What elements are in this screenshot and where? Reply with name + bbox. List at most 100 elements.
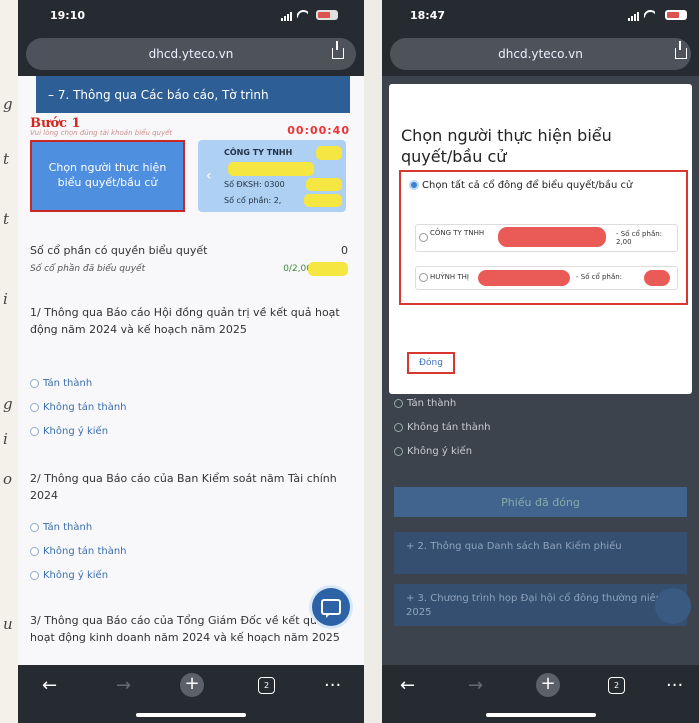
browser-toolbar: ← → + 2 ··· — [18, 665, 364, 723]
radio-icon[interactable] — [30, 403, 39, 412]
share-icon[interactable] — [675, 41, 687, 59]
radio-icon[interactable] — [30, 379, 39, 388]
margin-letter: t — [3, 150, 10, 168]
plus-icon: + — [180, 673, 204, 697]
shareholder-shares: - Số cổ phần: 2,00 — [616, 230, 663, 246]
modal-title: Chọn người thực hiện biểu quyết/bầu cử — [401, 126, 612, 166]
forward-icon[interactable]: → — [468, 675, 483, 696]
phone-screenshot-voting: 19:10 dhcd.yteco.vn – 7. Thông qua Các b… — [18, 0, 364, 723]
status-bar: 18:47 — [382, 0, 699, 34]
option-disapprove[interactable]: Không tán thành — [30, 402, 127, 413]
redaction-mark — [498, 227, 606, 247]
option-no-opinion[interactable]: Không ý kiến — [30, 570, 108, 581]
redaction-mark — [304, 194, 342, 207]
question-2: 2/ Thông qua Báo cáo của Ban Kiểm soát n… — [30, 472, 337, 503]
url-field[interactable]: dhcd.yteco.vn — [26, 38, 356, 70]
chat-button[interactable] — [312, 588, 350, 626]
shareholder-card[interactable]: ‹ CÔNG TY TNHH Số ĐKSH: 0300 Số cổ phần:… — [198, 140, 346, 212]
select-all-label: Chọn tất cả cổ đông để biểu quyết/bầu cử — [422, 180, 633, 191]
shareholder-name: HUỲNH THỊ — [430, 273, 469, 281]
select-all-option[interactable]: Chọn tất cả cổ đông để biểu quyết/bầu cử — [409, 178, 680, 193]
shareholder-name: CÔNG TY TNHH — [430, 229, 485, 237]
modal-layer: Chọn người thực hiện biểu quyết/bầu cử C… — [382, 76, 699, 665]
new-tab-button[interactable]: + — [180, 673, 204, 697]
redaction-mark — [316, 146, 342, 160]
redaction-mark — [306, 178, 342, 191]
voter-select-modal: Chọn người thực hiện biểu quyết/bầu cử C… — [389, 84, 692, 394]
battery-icon — [665, 10, 687, 20]
company-name: CÔNG TY TNHH — [224, 148, 293, 157]
share-icon[interactable] — [332, 41, 344, 59]
more-icon[interactable]: ··· — [324, 675, 341, 696]
radio-icon[interactable] — [30, 571, 39, 580]
voted-shares-label: Số cổ phần đã biểu quyết — [30, 264, 146, 274]
signal-icon — [281, 12, 292, 21]
margin-letter: t — [3, 210, 10, 228]
radio-checked-icon[interactable] — [409, 180, 419, 190]
option-label: Không ý kiến — [43, 570, 109, 581]
margin-letter: u — [3, 615, 13, 633]
shareholder-row[interactable]: HUỲNH THỊ - Số cổ phần: — [415, 266, 678, 290]
margin-letter: g — [3, 395, 13, 413]
chat-icon — [321, 599, 341, 618]
margin-letter: i — [3, 290, 8, 308]
status-bar: 19:10 — [18, 0, 364, 34]
company-shares: Số cổ phần: 2, — [224, 196, 282, 205]
radio-icon[interactable] — [419, 233, 428, 242]
option-label: Tán thành — [43, 522, 93, 533]
margin-letter: i — [3, 430, 8, 448]
choose-voter-button[interactable]: Chọn người thực hiện biểu quyết/bầu cử — [30, 140, 185, 212]
shareholder-selection: Chọn tất cả cổ đông để biểu quyết/bầu cử… — [399, 170, 688, 305]
tabs-icon: 2 — [258, 677, 275, 694]
step-hint: Vui lòng chọn đúng tài khoản biểu quyết — [30, 129, 173, 137]
option-label: Không tán thành — [43, 546, 127, 557]
vote-rights-label: Số cổ phần có quyền biểu quyết — [30, 244, 208, 257]
question-1: 1/ Thông qua Báo cáo Hội đồng quản trị v… — [30, 306, 340, 337]
phone-screenshot-modal: 18:47 dhcd.yteco.vn Tán thành Không tán … — [382, 0, 699, 723]
back-icon[interactable]: ← — [42, 675, 57, 696]
vote-rights-row: Số cổ phần có quyền biểu quyết 0 — [30, 244, 348, 257]
page-gap — [364, 0, 382, 723]
document-margin: g t t i g i o u — [0, 0, 18, 723]
signal-icon — [628, 12, 639, 21]
option-label: Không ý kiến — [43, 426, 109, 437]
margin-letter: o — [3, 470, 13, 488]
question-3: 3/ Thông qua Báo cáo của Tổng Giám Đốc v… — [30, 614, 340, 645]
margin-letter: g — [3, 95, 13, 113]
redaction-mark — [478, 270, 570, 286]
option-label: Không tán thành — [43, 402, 127, 413]
option-disapprove[interactable]: Không tán thành — [30, 546, 127, 557]
status-time: 18:47 — [410, 9, 446, 22]
option-approve[interactable]: Tán thành — [30, 378, 92, 389]
battery-icon — [316, 10, 338, 20]
chevron-left-icon[interactable]: ‹ — [206, 168, 212, 184]
radio-icon[interactable] — [30, 547, 39, 556]
radio-icon[interactable] — [30, 523, 39, 532]
tabs-icon: 2 — [608, 677, 625, 694]
redaction-mark — [228, 162, 314, 176]
shareholder-shares: - Số cổ phần: — [576, 273, 623, 281]
radio-icon[interactable] — [419, 273, 428, 282]
tabs-button[interactable]: 2 — [258, 677, 275, 694]
option-approve[interactable]: Tán thành — [30, 522, 92, 533]
redaction-mark — [644, 270, 670, 286]
shareholder-row[interactable]: CÔNG TY TNHH - Số cổ phần: 2,00 — [415, 224, 678, 252]
back-icon[interactable]: ← — [400, 675, 415, 696]
countdown-timer: 00:00:40 — [287, 124, 350, 137]
plus-icon: + — [536, 673, 560, 697]
more-icon[interactable]: ··· — [666, 675, 683, 696]
option-no-opinion[interactable]: Không ý kiến — [30, 426, 108, 437]
forward-icon[interactable]: → — [116, 675, 131, 696]
home-indicator — [136, 713, 246, 717]
url-field[interactable]: dhcd.yteco.vn — [390, 38, 691, 70]
tabs-button[interactable]: 2 — [608, 677, 625, 694]
status-time: 19:10 — [50, 9, 86, 22]
url-text: dhcd.yteco.vn — [498, 47, 583, 61]
browser-url-bar: dhcd.yteco.vn — [18, 34, 364, 76]
browser-toolbar: ← → + 2 ··· — [382, 665, 699, 723]
voted-shares-row: Số cổ phần đã biểu quyết 0/2,00 — [30, 262, 348, 276]
new-tab-button[interactable]: + — [536, 673, 560, 697]
radio-icon[interactable] — [30, 427, 39, 436]
close-button[interactable]: Đóng — [407, 352, 455, 374]
section-header[interactable]: – 7. Thông qua Các báo cáo, Tờ trình — [36, 76, 350, 113]
